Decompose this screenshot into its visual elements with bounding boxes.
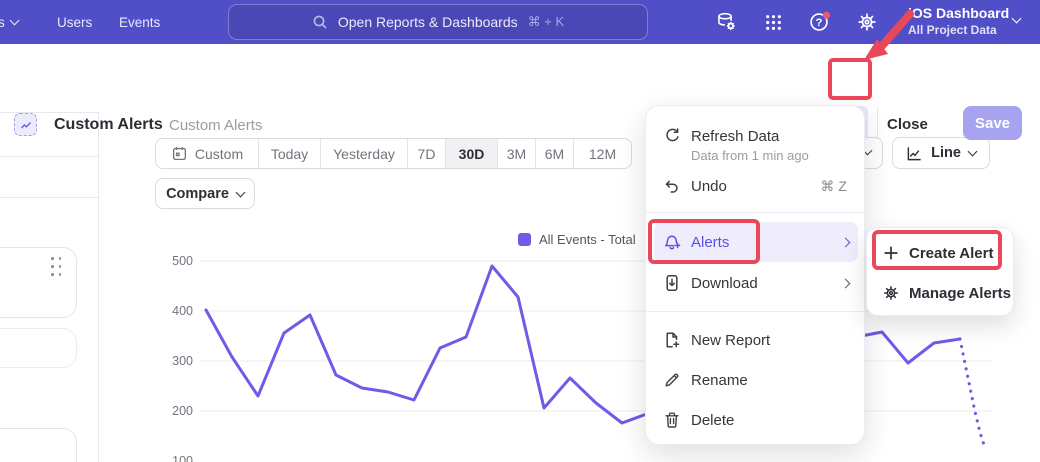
- range-today[interactable]: Today: [259, 139, 321, 168]
- report-header: Custom Alerts Custom Alerts GV Duplicate…: [0, 44, 1040, 105]
- create-alert-item[interactable]: Create Alert: [867, 234, 1013, 272]
- settings-gear-icon[interactable]: [855, 10, 879, 34]
- range-6m[interactable]: 6M: [536, 139, 574, 168]
- chevron-down-icon: [9, 16, 19, 26]
- chevron-down-icon: [967, 147, 977, 157]
- range-label: 6M: [545, 146, 564, 162]
- range-7d[interactable]: 7D: [408, 139, 446, 168]
- chart-type-label: Line: [931, 145, 961, 161]
- data-management-icon[interactable]: [714, 10, 738, 34]
- nav-users[interactable]: Users: [57, 0, 92, 44]
- more-menu: Refresh Data Data from 1 min ago Undo ⌘ …: [645, 105, 865, 445]
- chart-series-projection: [960, 339, 985, 447]
- pencil-icon: [663, 371, 681, 389]
- y-axis-tick: 400: [159, 304, 193, 318]
- submenu-item-label: Create Alert: [909, 245, 993, 262]
- global-search[interactable]: Open Reports & Dashboards ⌘ + K: [228, 4, 648, 40]
- menu-item-undo[interactable]: Undo ⌘ Z: [646, 166, 864, 206]
- close-button[interactable]: Close: [887, 116, 928, 133]
- undo-icon: [663, 177, 681, 195]
- range-custom[interactable]: Custom: [156, 139, 259, 168]
- menu-item-label: New Report: [691, 332, 770, 349]
- svg-text:?: ?: [816, 17, 823, 29]
- range-3m[interactable]: 3M: [498, 139, 536, 168]
- project-scope: All Project Data: [908, 23, 1009, 37]
- board-icon: [14, 113, 37, 136]
- chart-legend: All Events - Total: [518, 232, 636, 247]
- search-placeholder: Open Reports & Dashboards: [338, 14, 518, 30]
- help-icon[interactable]: ?: [808, 10, 832, 34]
- menu-item-label: Delete: [691, 412, 734, 429]
- menu-item-new-report[interactable]: New Report: [646, 320, 864, 360]
- trash-icon: [663, 411, 681, 429]
- chevron-right-icon: [841, 237, 851, 247]
- save-button[interactable]: Save: [963, 106, 1022, 140]
- range-label: 12M: [589, 146, 616, 162]
- date-range-selector: Custom Today Yesterday 7D 30D 3M 6M 12M: [155, 138, 632, 169]
- breadcrumb: Custom Alerts: [169, 117, 262, 134]
- menu-item-label: Rename: [691, 372, 748, 389]
- download-icon: [663, 274, 681, 292]
- menu-item-shortcut: ⌘ Z: [821, 178, 847, 195]
- header-divider: [877, 108, 878, 139]
- range-30d-selected[interactable]: 30D: [446, 139, 498, 168]
- new-report-icon: [663, 331, 681, 349]
- alerts-menu-item[interactable]: Alerts: [646, 222, 864, 262]
- clipped-nav-item[interactable]: s: [0, 0, 18, 44]
- range-label: 3M: [507, 146, 526, 162]
- calendar-icon: [171, 145, 188, 162]
- compare-label: Compare: [166, 186, 229, 202]
- search-shortcut: ⌘ + K: [528, 14, 565, 30]
- menu-item-label: Alerts: [691, 234, 729, 251]
- manage-alerts-item[interactable]: Manage Alerts: [867, 274, 1013, 312]
- chart-type-button[interactable]: Line: [892, 137, 990, 169]
- menu-divider: [646, 212, 864, 213]
- plus-icon: [882, 244, 900, 262]
- clipped-nav-label: s: [0, 15, 5, 30]
- y-axis-tick: 100: [159, 454, 193, 462]
- chevron-right-icon: [841, 278, 851, 288]
- menu-divider: [646, 311, 864, 312]
- apps-grid-icon[interactable]: [761, 10, 785, 34]
- y-axis-tick: 200: [159, 404, 193, 418]
- range-label: Yesterday: [333, 146, 395, 162]
- legend-swatch: [518, 233, 531, 246]
- alerts-submenu: Create Alert Manage Alerts: [866, 227, 1014, 316]
- range-label: 30D: [459, 146, 485, 162]
- chevron-down-icon[interactable]: [1012, 14, 1022, 24]
- line-chart-icon: [906, 145, 923, 162]
- menu-item-sublabel: Data from 1 min ago: [691, 148, 809, 163]
- menu-item-refresh-data[interactable]: Refresh Data Data from 1 min ago: [646, 114, 864, 160]
- project-name: iOS Dashboard: [908, 5, 1009, 21]
- range-12m[interactable]: 12M: [574, 139, 631, 168]
- nav-events[interactable]: Events: [119, 0, 160, 44]
- project-switcher[interactable]: iOS Dashboard All Project Data: [908, 5, 1009, 37]
- screen: 500 400 300 200 100 All Events - Total C…: [0, 0, 1040, 462]
- menu-item-label: Download: [691, 275, 758, 292]
- chevron-down-icon: [235, 187, 245, 197]
- y-axis-tick: 300: [159, 354, 193, 368]
- top-nav-bar: s Users Events Open Reports & Dashboards…: [0, 0, 1040, 44]
- menu-item-label: Undo: [691, 178, 727, 195]
- search-icon: [312, 14, 328, 30]
- range-label: Custom: [195, 146, 243, 162]
- y-axis-tick: 500: [159, 254, 193, 268]
- submenu-item-label: Manage Alerts: [909, 285, 1011, 302]
- range-label: Today: [271, 146, 308, 162]
- range-label: 7D: [418, 146, 436, 162]
- menu-item-delete[interactable]: Delete: [646, 400, 864, 440]
- menu-item-download[interactable]: Download: [646, 263, 864, 303]
- compare-button[interactable]: Compare: [155, 178, 255, 209]
- menu-item-rename[interactable]: Rename: [646, 360, 864, 400]
- menu-item-label: Refresh Data: [691, 128, 779, 145]
- range-yesterday[interactable]: Yesterday: [321, 139, 408, 168]
- gear-icon: [882, 284, 900, 302]
- refresh-icon: [663, 127, 681, 145]
- page-title: Custom Alerts: [54, 116, 163, 134]
- legend-label: All Events - Total: [539, 232, 636, 247]
- bell-plus-icon: [663, 233, 681, 251]
